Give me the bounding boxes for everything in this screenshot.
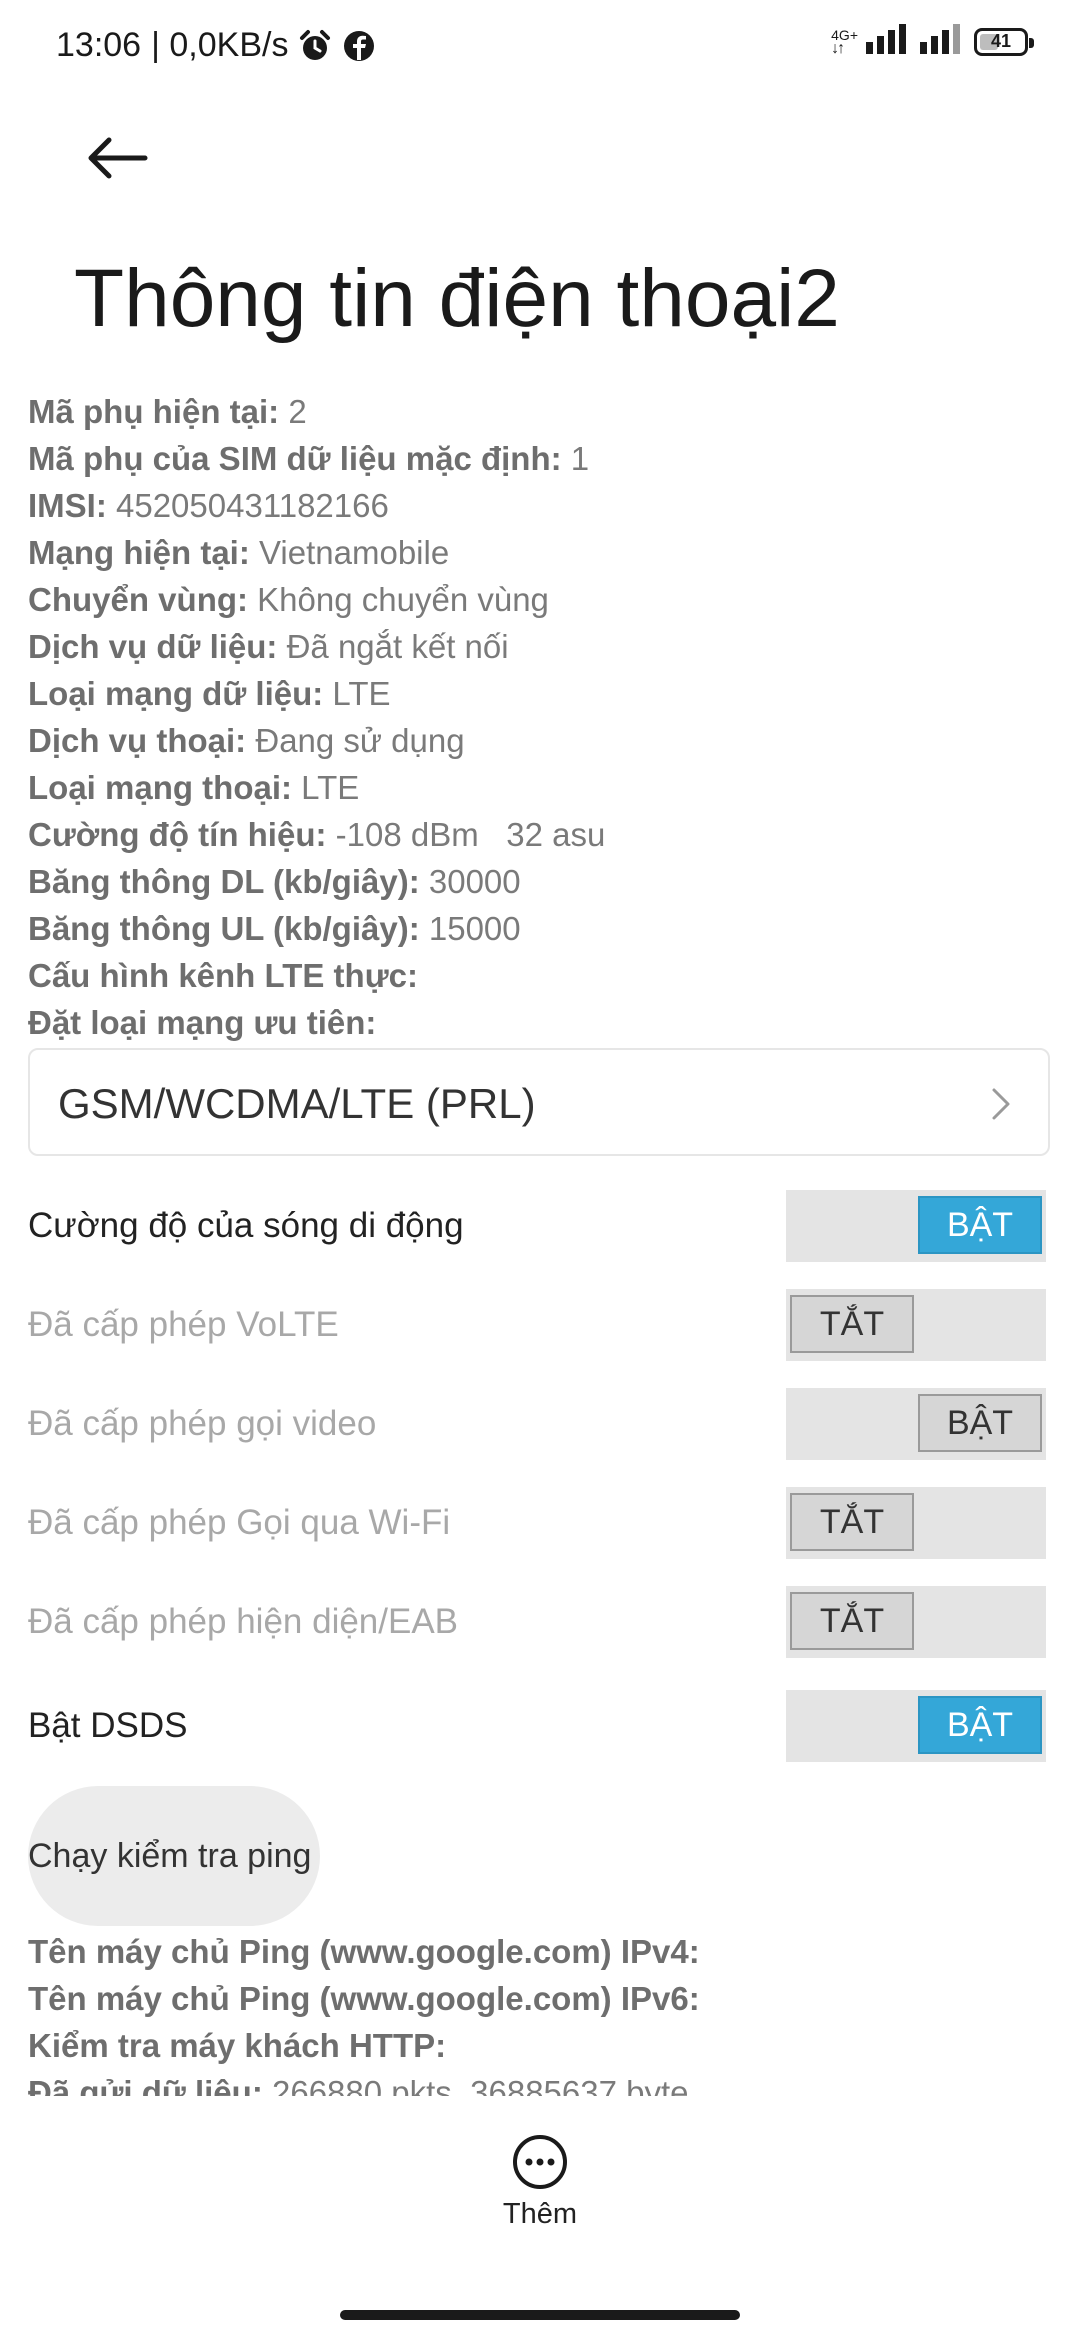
info-key: Đã gửi dữ liệu: <box>28 2074 263 2096</box>
toggle-row: Đã cấp phép VoLTE TẮT <box>0 1289 1080 1361</box>
info-row: Dịch vụ thoại: Đang sử dụng <box>28 717 1048 764</box>
toggle-state: BẬT <box>918 1196 1042 1254</box>
toggle-switch[interactable]: TẮT <box>786 1586 1046 1658</box>
toggle-row: Đã cấp phép hiện diện/EAB TẮT <box>0 1586 1080 1658</box>
info-value: 15000 <box>428 910 521 947</box>
toggle-row: Đã cấp phép gọi video BẬT <box>0 1388 1080 1460</box>
toggle-state: TẮT <box>790 1295 914 1353</box>
info-key: Tên máy chủ Ping (www.google.com) IPv4: <box>28 1933 700 1970</box>
info-row: Băng thông UL (kb/giây): 15000 <box>28 905 1048 952</box>
toggle-label: Bật DSDS <box>28 1706 188 1745</box>
battery-icon: 41 <box>974 27 1034 56</box>
info-key: Đặt loại mạng ưu tiên: <box>28 1004 377 1041</box>
signal-sim2-icon <box>920 24 962 59</box>
info-key: Loại mạng thoại: <box>28 769 292 806</box>
info-value: 1 <box>570 440 590 477</box>
phone-info-list: Mã phụ hiện tại: 2 Mã phụ của SIM dữ liệu… <box>28 388 1048 1046</box>
info-key: Băng thông DL (kb/giây): <box>28 863 420 900</box>
chevron-right-icon <box>992 1088 1010 1120</box>
toggle-state: BẬT <box>918 1696 1042 1754</box>
info-key: Băng thông UL (kb/giây): <box>28 910 420 947</box>
info-row: IMSI: 452050431182166 <box>28 482 1048 529</box>
info-key: Chuyển vùng: <box>28 581 248 618</box>
signal-sim1-icon <box>866 24 908 59</box>
facebook-icon <box>342 29 376 63</box>
toggle-row: Cường độ của sóng di động BẬT <box>0 1190 1080 1262</box>
info-row: Tên máy chủ Ping (www.google.com) IPv4: <box>28 1928 1048 1975</box>
toggle-state: BẬT <box>918 1394 1042 1452</box>
toggle-label: Đã cấp phép hiện diện/EAB <box>28 1602 459 1641</box>
ping-results-list: Tên máy chủ Ping (www.google.com) IPv4: T… <box>28 1928 1048 2096</box>
info-value: Không chuyển vùng <box>257 581 549 618</box>
home-indicator[interactable] <box>340 2310 740 2320</box>
info-value: LTE <box>301 769 360 806</box>
alarm-icon <box>298 29 332 63</box>
info-row: Loại mạng thoại: LTE <box>28 764 1048 811</box>
info-row: Loại mạng dữ liệu: LTE <box>28 670 1048 717</box>
toggle-label: Đã cấp phép gọi video <box>28 1404 377 1443</box>
info-key: Dịch vụ dữ liệu: <box>28 628 278 665</box>
toggle-state: TẮT <box>790 1493 914 1551</box>
info-value: Đang sử dụng <box>255 722 465 759</box>
info-key: Loại mạng dữ liệu: <box>28 675 324 712</box>
more-icon <box>512 2134 568 2190</box>
info-row: Cường độ tín hiệu: -108 dBm 32 asu <box>28 811 1048 858</box>
info-key: Kiểm tra máy khách HTTP: <box>28 2027 447 2064</box>
toggle-row: Đã cấp phép Gọi qua Wi-Fi TẮT <box>0 1487 1080 1559</box>
info-value: 30000 <box>428 863 521 900</box>
info-row: Đặt loại mạng ưu tiên: <box>28 999 1048 1046</box>
info-value: 452050431182166 <box>116 487 389 524</box>
info-row: Cấu hình kênh LTE thực: <box>28 952 1048 999</box>
info-key: Mạng hiện tại: <box>28 534 250 571</box>
info-row: Đã gửi dữ liệu: 266880 pkts, 36885637 by… <box>28 2069 1048 2096</box>
run-ping-test-button[interactable]: Chạy kiểm tra ping <box>28 1786 320 1926</box>
status-speed: | 0,0KB/s <box>151 26 289 64</box>
toggle-switch[interactable]: BẬT <box>786 1690 1046 1762</box>
status-left: 13:06 | 0,0KB/s <box>56 26 376 65</box>
info-value: LTE <box>332 675 391 712</box>
status-right: 4G+ ↓↑ 41 <box>831 24 1034 59</box>
status-time: 13:06 <box>56 26 142 64</box>
toggle-label: Đã cấp phép VoLTE <box>28 1305 339 1344</box>
info-row: Mã phụ hiện tại: 2 <box>28 388 1048 435</box>
back-arrow-icon <box>88 137 148 179</box>
data-arrows-icon: ↓↑ <box>831 39 845 57</box>
info-row: Kiểm tra máy khách HTTP: <box>28 2022 1048 2069</box>
toggle-switch[interactable]: BẬT <box>786 1388 1046 1460</box>
info-row: Chuyển vùng: Không chuyển vùng <box>28 576 1048 623</box>
info-value: 2 <box>288 393 307 430</box>
toggle-label: Cường độ của sóng di động <box>28 1206 464 1245</box>
info-key: Mã phụ của SIM dữ liệu mặc định: <box>28 440 562 477</box>
info-key: Cấu hình kênh LTE thực: <box>28 957 418 994</box>
preferred-network-value: GSM/WCDMA/LTE (PRL) <box>58 1080 536 1127</box>
back-button[interactable] <box>72 118 162 198</box>
toggle-switch[interactable]: TẮT <box>786 1487 1046 1559</box>
info-row: Dịch vụ dữ liệu: Đã ngắt kết nối <box>28 623 1048 670</box>
info-key: IMSI: <box>28 487 107 524</box>
page-title: Thông tin điện thoại2 <box>74 253 840 344</box>
preferred-network-select[interactable]: GSM/WCDMA/LTE (PRL) <box>28 1048 1050 1156</box>
toggle-switch[interactable]: TẮT <box>786 1289 1046 1361</box>
info-key: Dịch vụ thoại: <box>28 722 247 759</box>
toggle-state: TẮT <box>790 1592 914 1650</box>
info-row: Tên máy chủ Ping (www.google.com) IPv6: <box>28 1975 1048 2022</box>
more-button[interactable]: Thêm <box>480 2134 600 2244</box>
toggle-label: Đã cấp phép Gọi qua Wi-Fi <box>28 1503 451 1542</box>
battery-level: 41 <box>990 31 1012 51</box>
info-value: 266880 pkts, 36885637 byte <box>271 2074 689 2096</box>
info-row: Băng thông DL (kb/giây): 30000 <box>28 858 1048 905</box>
info-value: Đã ngắt kết nối <box>286 628 509 665</box>
info-key: Cường độ tín hiệu: <box>28 816 327 853</box>
info-row: Mạng hiện tại: Vietnamobile <box>28 529 1048 576</box>
info-row: Mã phụ của SIM dữ liệu mặc định: 1 <box>28 435 1048 482</box>
info-key: Mã phụ hiện tại: <box>28 393 280 430</box>
info-key: Tên máy chủ Ping (www.google.com) IPv6: <box>28 1980 700 2017</box>
info-value: -108 dBm 32 asu <box>335 816 606 853</box>
network-type: 4G+ ↓↑ <box>831 28 858 57</box>
more-label: Thêm <box>502 2198 578 2230</box>
info-value: Vietnamobile <box>259 534 450 571</box>
status-bar: 13:06 | 0,0KB/s 4G+ ↓↑ 41 <box>0 0 1080 96</box>
toggle-switch[interactable]: BẬT <box>786 1190 1046 1262</box>
toggle-row: Bật DSDS BẬT <box>0 1690 1080 1762</box>
